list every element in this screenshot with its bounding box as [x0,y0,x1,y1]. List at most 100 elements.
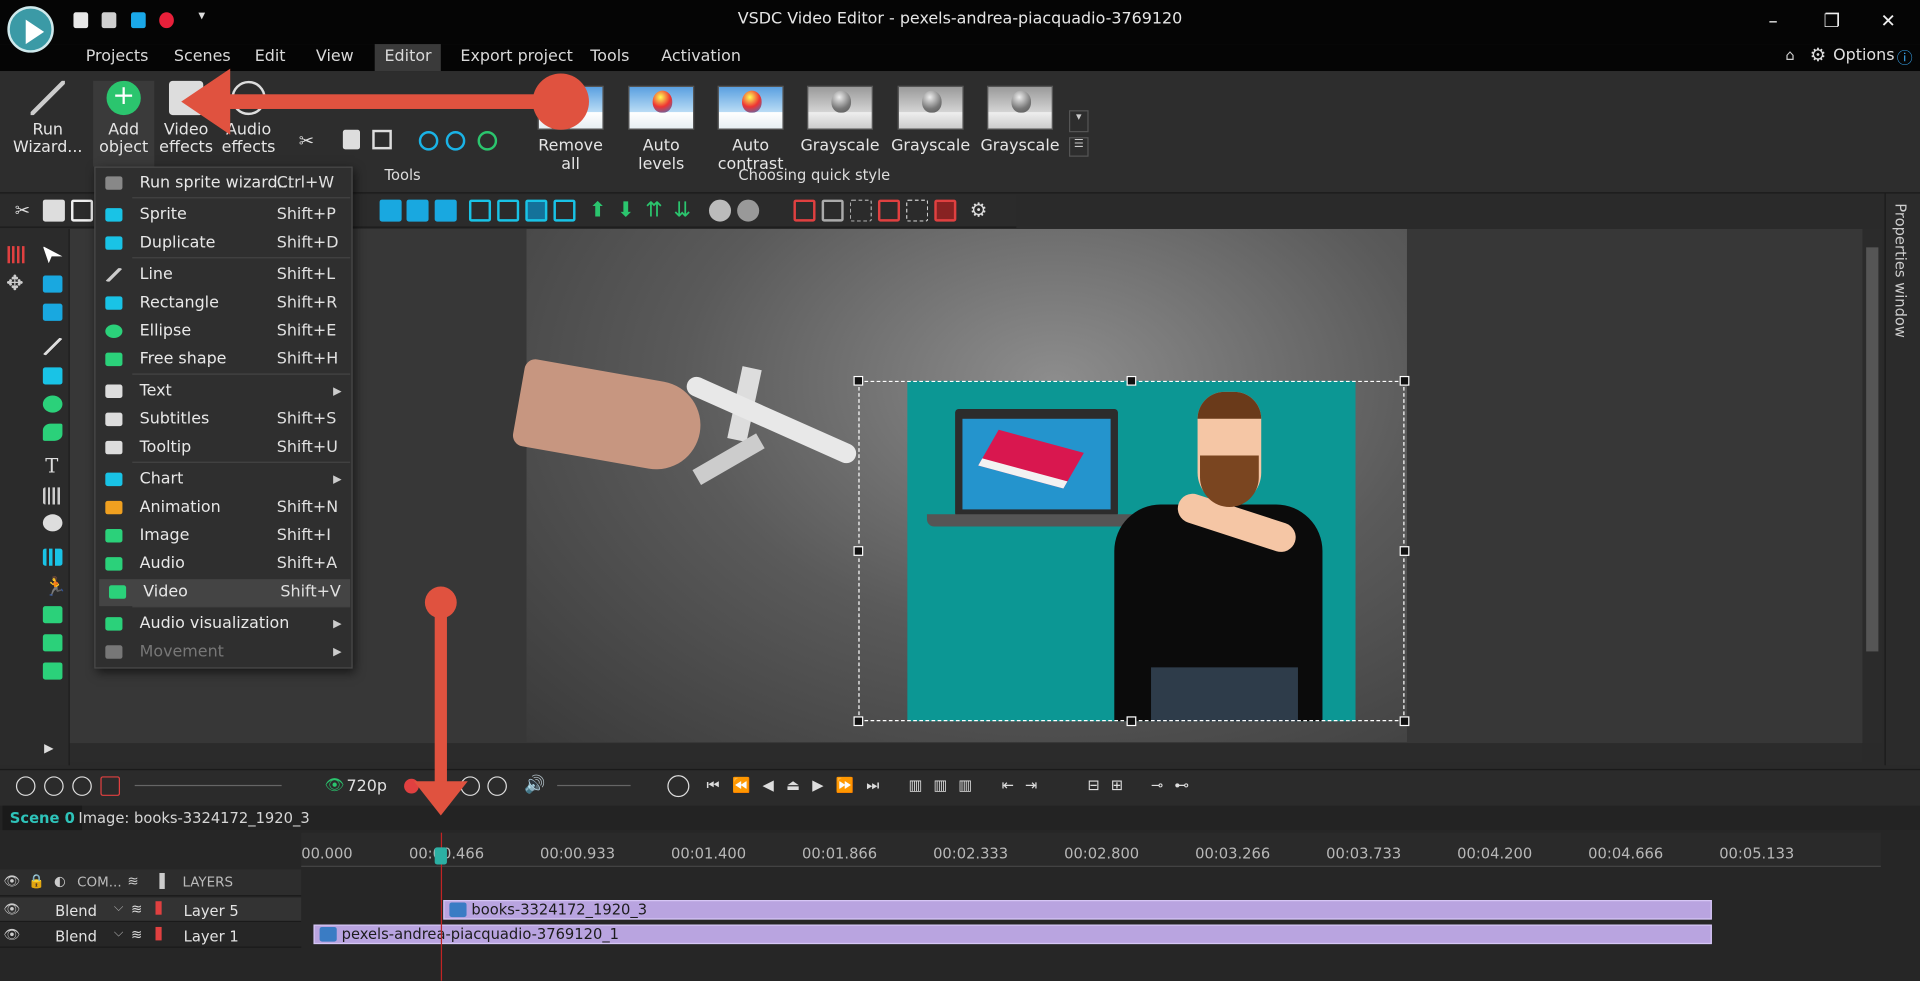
restore-icon[interactable]: ❐ [1820,10,1844,32]
visibility-icon[interactable]: 👁 [4,873,21,889]
layer-visibility-icon[interactable]: 👁 [4,901,21,917]
menu-item-chart[interactable]: Chart ▶ [96,467,352,494]
guides-icon[interactable] [849,199,872,222]
volume-slider[interactable] [557,784,631,787]
redo-icon[interactable] [487,776,507,796]
app-logo-icon[interactable] [7,6,54,53]
layer-row[interactable] [0,897,302,923]
layer-marker-icon[interactable] [155,901,162,915]
sprite-tool-icon[interactable] [42,275,63,293]
resize-handle[interactable] [853,375,864,386]
ungroup-icon[interactable] [737,199,760,222]
cut-icon[interactable]: ✂ [15,200,37,222]
menu-item-sprite[interactable]: Sprite Shift+P [96,202,352,229]
move-top-icon[interactable]: ⇈ [645,200,667,222]
image-tool-icon[interactable] [42,606,63,624]
layer-row[interactable] [0,923,302,948]
quick-style-auto-levels[interactable]: Auto levels [618,85,704,174]
blend-dropdown-icon[interactable]: ⌵ [114,901,123,914]
horizontal-scrollbar[interactable] [69,743,1863,763]
zoom-fit-icon[interactable] [72,776,92,796]
zoom-in-icon[interactable] [15,776,36,796]
menu-item-audio[interactable]: Audio Shift+A [96,551,352,578]
video-tool-icon[interactable] [42,662,63,680]
resize-handle[interactable] [1126,716,1137,727]
rotate-right-icon[interactable] [445,131,466,151]
menu-edit[interactable]: Edit [255,48,286,66]
audio-spectrum-icon[interactable] [7,246,27,264]
settings-icon[interactable]: ⚙ [970,199,992,222]
align-timeline-controls[interactable]: ⊟⊞ [1087,776,1134,793]
chart-tool-icon[interactable] [42,548,63,566]
align-center-icon[interactable] [406,199,429,222]
quick-style-auto-contrast[interactable]: Auto contrast [708,85,794,174]
move-tool-icon[interactable]: ✥ [6,272,23,296]
clock-icon[interactable] [667,775,690,798]
quick-style-scroll-down-icon[interactable]: ▾ [1068,110,1089,133]
menu-tools[interactable]: Tools [590,48,629,66]
subtitles-tool-icon[interactable] [42,487,63,505]
stabilize-icon[interactable] [477,131,498,151]
resize-handle[interactable] [1399,716,1410,727]
collapse-ribbon-icon[interactable]: ⌂ [1785,47,1794,64]
layer-name[interactable]: Layer 5 [184,902,239,919]
text-tool-icon[interactable]: T [45,454,58,477]
menu-item-free-shape[interactable]: Free shape Shift+H [96,347,352,374]
zoom-100-icon[interactable] [100,776,121,796]
distribute-vertical-icon[interactable] [497,199,520,222]
layer-blend-mode[interactable]: Blend [55,928,97,945]
quick-style-expand-icon[interactable]: ☰ [1068,137,1089,157]
quick-style-grayscale-2[interactable]: Grayscale [888,85,974,156]
resize-handle[interactable] [1399,546,1410,556]
menu-item-run-sprite-wizard[interactable]: Run sprite wizard... Ctrl+W [96,170,352,197]
quick-style-grayscale-1[interactable]: Grayscale [797,85,883,156]
lock-header-icon[interactable]: 🔒 [28,873,45,889]
menu-item-image[interactable]: Image Shift+I [96,523,352,550]
resize-handle[interactable] [1126,375,1137,386]
vertical-scroll-thumb[interactable] [1866,247,1879,652]
tooltip-tool-icon[interactable] [42,514,63,532]
volume-icon[interactable]: 🔊 [524,775,545,795]
menu-export-project[interactable]: Export project [460,48,572,66]
move-down-icon[interactable]: ⬇ [617,200,639,222]
rectangle-tool-icon[interactable] [42,367,63,385]
timeline-clip-pexels[interactable]: pexels-andrea-piacquadio-3769120_1 [313,924,1712,945]
options-button[interactable]: Options [1833,47,1894,65]
move-up-icon[interactable]: ⬆ [589,200,611,222]
menu-item-rectangle[interactable]: Rectangle Shift+R [96,290,352,317]
menu-item-audio-visualization[interactable]: Audio visualization ▶ [96,611,352,638]
add-object-button[interactable]: + Add object [93,80,155,167]
tab-image-books[interactable]: Image: books-3324172_1920_3 [71,806,317,830]
split-icon[interactable] [342,129,361,150]
line-tool-icon[interactable] [42,337,63,356]
menu-view[interactable]: View [316,48,354,66]
align-left-icon[interactable] [379,199,402,222]
menu-item-video[interactable]: Video Shift+V [99,579,351,607]
selection-icon[interactable] [906,199,929,222]
menu-item-text[interactable]: Text ▶ [96,378,352,405]
fit-width-icon[interactable] [525,199,548,222]
quality-select[interactable]: 720p [347,778,388,796]
resize-handle[interactable] [853,546,864,556]
menu-activation[interactable]: Activation [661,48,741,66]
eye-icon[interactable]: 👁 [324,776,344,794]
selection-box[interactable] [858,380,1405,722]
quick-style-grayscale-3[interactable]: Grayscale [977,85,1063,156]
layer-audio-icon[interactable]: ≋ [131,927,142,943]
menu-item-subtitles[interactable]: Subtitles Shift+S [96,407,352,434]
free-shape-tool-icon[interactable] [42,423,63,441]
timeline-clip-books[interactable]: books-3324172_1920_3 [443,900,1712,920]
crop-icon[interactable] [372,129,392,150]
resize-handle[interactable] [853,716,864,727]
help-icon[interactable]: ⓘ [1897,45,1913,68]
minimize-icon[interactable]: – [1761,10,1785,32]
layer-blend-mode[interactable]: Blend [55,902,97,919]
menu-item-ellipse[interactable]: Ellipse Shift+E [96,318,352,345]
zoom-out-icon[interactable] [44,776,64,796]
rotate-left-icon[interactable] [418,131,439,151]
marker-controls[interactable]: ⇤⇥ [1002,776,1049,793]
layer-name[interactable]: Layer 1 [184,928,239,945]
menu-editor[interactable]: Editor [374,44,442,72]
layer-marker-icon[interactable] [155,926,162,941]
zoom-slider[interactable] [134,784,282,787]
